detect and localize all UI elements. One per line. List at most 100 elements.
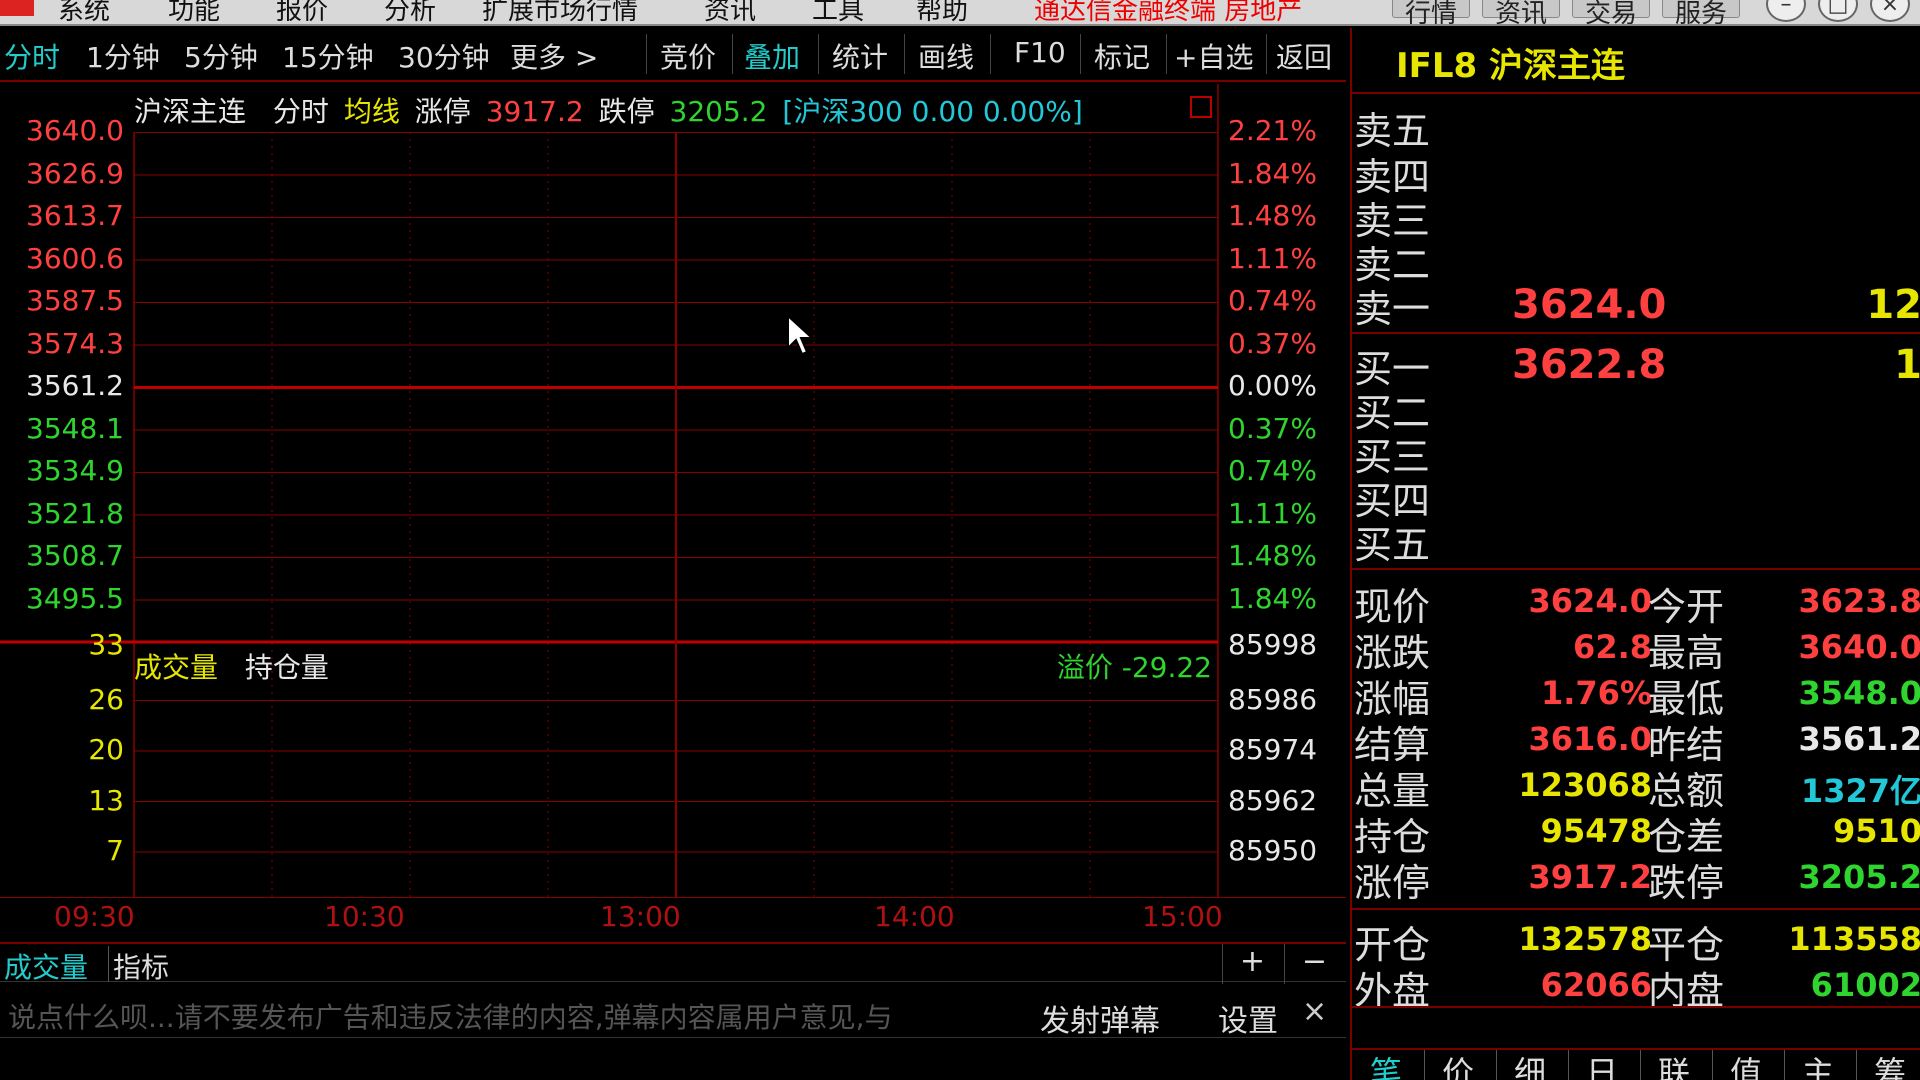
volume-tick-label: 7 xyxy=(106,834,124,867)
period-5min[interactable]: 5分钟 xyxy=(184,36,258,76)
tab-service[interactable]: 服务 xyxy=(1662,0,1741,24)
price-tick-label: 3521.8 xyxy=(26,496,124,530)
percent-tick-label: 0.37% xyxy=(1228,411,1317,445)
percent-tick-label: 1.11% xyxy=(1228,241,1317,275)
stat-value: 62.8 xyxy=(1573,628,1652,666)
stat-value: 123068 xyxy=(1518,766,1652,804)
period-15min[interactable]: 15分钟 xyxy=(282,36,374,76)
menu-bar: 系统 功能 报价 分析 扩展市场行情 资讯 工具 帮助 通达信金融终端 房地产 … xyxy=(0,0,1920,26)
tool-add-favorite[interactable]: +自选 xyxy=(1174,36,1253,76)
tool-mark[interactable]: 标记 xyxy=(1094,36,1150,76)
detail-tab[interactable]: 联 xyxy=(1658,1050,1690,1080)
tab-separator xyxy=(1424,1050,1425,1080)
menu-item-system[interactable]: 系统 xyxy=(58,0,110,24)
menu-item-quote[interactable]: 报价 xyxy=(276,0,328,24)
percent-tick-label: 0.74% xyxy=(1228,454,1317,487)
percent-tick-label: 2.21% xyxy=(1228,114,1317,147)
tool-f10[interactable]: F10 xyxy=(1014,36,1066,69)
send-danmaku-button[interactable]: 发射弹幕 xyxy=(1040,996,1160,1040)
time-tick-label: 09:30 xyxy=(54,900,135,933)
tab-trade[interactable]: 交易 xyxy=(1572,0,1651,24)
danmaku-close-icon[interactable]: × xyxy=(1302,994,1327,1029)
tab-news[interactable]: 资讯 xyxy=(1482,0,1561,24)
tab-separator xyxy=(1712,1050,1713,1080)
maximize-icon[interactable]: □ xyxy=(1818,0,1858,22)
menu-item-function[interactable]: 功能 xyxy=(168,0,220,24)
limit-up-value: 3917.2 xyxy=(485,95,584,128)
menu-item-news[interactable]: 资讯 xyxy=(704,0,756,24)
volume-tick-label: 13 xyxy=(88,783,124,817)
sell1-label: 卖一 xyxy=(1354,287,1431,331)
indicator-tabs: 成交量 指标 + − xyxy=(0,942,1346,984)
tool-draw[interactable]: 画线 xyxy=(918,36,974,76)
percent-tick-label: 0.37% xyxy=(1228,326,1317,360)
stat-value: 3624.0 xyxy=(1528,582,1652,620)
price-tick-label: 3613.7 xyxy=(26,199,124,232)
stats-separator xyxy=(1352,568,1920,570)
percent-tick-label: 1.48% xyxy=(1228,199,1317,232)
chart-toggle-icon[interactable] xyxy=(1190,96,1212,118)
tab-indicator[interactable]: 指标 xyxy=(108,946,173,984)
toolbar-separator xyxy=(646,34,647,74)
detail-tab[interactable]: 主 xyxy=(1802,1050,1834,1080)
ad-banner[interactable]: 通达信金融终端 房地产 xyxy=(1034,0,1302,24)
detail-tab[interactable]: 日 xyxy=(1586,1050,1618,1080)
close-icon[interactable]: × xyxy=(1870,0,1910,22)
time-tick-label: 14:00 xyxy=(874,900,955,933)
tool-back[interactable]: 返回 xyxy=(1276,36,1332,76)
price-tick-label: 3574.3 xyxy=(26,326,124,360)
minimize-icon[interactable]: – xyxy=(1766,0,1806,22)
stat-value: 61002 xyxy=(1810,966,1920,1004)
stat-value: 3548.0 xyxy=(1798,674,1920,712)
period-more[interactable]: 更多 > xyxy=(510,36,598,76)
intraday-chart[interactable]: 沪深主连 分时 均线 涨停 3917.2 跌停 3205.2 [沪深300 0.… xyxy=(0,84,1346,933)
toolbar-separator xyxy=(904,34,905,74)
tool-statistics[interactable]: 统计 xyxy=(832,36,888,76)
time-tick-label: 15:00 xyxy=(1142,900,1223,933)
detail-tab[interactable]: 值 xyxy=(1730,1050,1762,1080)
menu-item-tools[interactable]: 工具 xyxy=(812,0,864,24)
tab-separator xyxy=(1784,1050,1785,1080)
danmaku-settings-button[interactable]: 设置 xyxy=(1218,996,1278,1040)
zoom-out-button[interactable]: − xyxy=(1284,944,1344,984)
tab-market[interactable]: 行情 xyxy=(1392,0,1471,24)
menu-item-help[interactable]: 帮助 xyxy=(916,0,968,24)
menu-item-analysis[interactable]: 分析 xyxy=(384,0,436,24)
tool-auction[interactable]: 竞价 xyxy=(660,36,716,76)
menu-item-extended-market[interactable]: 扩展市场行情 xyxy=(482,0,638,24)
toolbar-separator xyxy=(1266,34,1267,74)
stat-value: 113558 xyxy=(1788,920,1920,958)
period-30min[interactable]: 30分钟 xyxy=(398,36,490,76)
detail-tabs: 笔价细日联值主筹 xyxy=(1352,1048,1920,1080)
volume-tick-label: 33 xyxy=(88,628,124,661)
danmaku-input[interactable]: 说点什么呗...请不要发布广告和违反法律的内容,弹幕内容属用户意见,与 xyxy=(8,996,1008,1036)
stats2-separator xyxy=(1352,908,1920,910)
sell1-price: 3624.0 xyxy=(1512,282,1667,328)
price-tick-label: 3561.2 xyxy=(26,369,124,402)
detail-tab[interactable]: 筹 xyxy=(1874,1050,1906,1080)
detail-tab[interactable]: 价 xyxy=(1442,1050,1474,1080)
detail-tab[interactable]: 细 xyxy=(1514,1050,1546,1080)
period-toolbar: 分时 1分钟 5分钟 15分钟 30分钟 更多 > 竞价 叠加 统计 画线 F1… xyxy=(0,28,1346,82)
open-interest-tick-label: 85962 xyxy=(1228,783,1318,817)
time-tick-label: 13:00 xyxy=(600,900,681,933)
toolbar-separator xyxy=(1166,34,1167,74)
period-1min[interactable]: 1分钟 xyxy=(86,36,160,76)
period-intraday[interactable]: 分时 xyxy=(4,36,60,76)
tool-overlay[interactable]: 叠加 xyxy=(744,36,800,76)
stat-value: 3917.2 xyxy=(1528,858,1652,896)
volume-tick-label: 20 xyxy=(88,733,124,766)
percent-tick-label: 0.74% xyxy=(1228,284,1317,317)
toolbar-separator xyxy=(818,34,819,74)
overlay-info: [沪深300 0.00 0.00%] xyxy=(782,95,1083,128)
tab-separator xyxy=(1856,1050,1857,1080)
open-interest-tick-label: 85950 xyxy=(1228,834,1318,867)
sell1-volume: 12 xyxy=(1866,282,1920,328)
zoom-in-button[interactable]: + xyxy=(1222,944,1282,984)
stat-value: 3205.2 xyxy=(1798,858,1920,896)
detail-tab[interactable]: 笔 xyxy=(1370,1050,1402,1080)
open-interest-label: 持仓量 xyxy=(244,651,329,684)
toolbar-separator xyxy=(1080,34,1081,74)
chart-mode: 分时 xyxy=(272,95,329,128)
tab-volume[interactable]: 成交量 xyxy=(0,946,92,984)
